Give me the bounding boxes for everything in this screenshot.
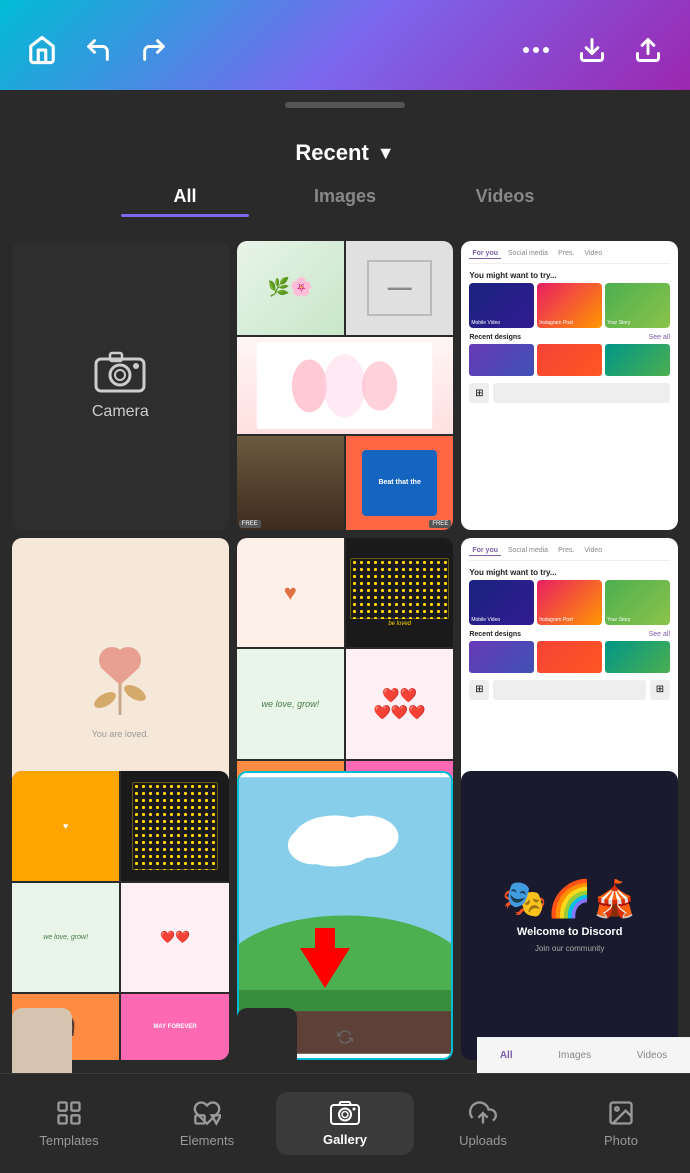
notch-area xyxy=(0,90,690,120)
photo-icon xyxy=(607,1099,635,1127)
download-button[interactable] xyxy=(574,32,610,68)
tab-images[interactable]: Images xyxy=(265,176,425,217)
tab-elements[interactable]: Elements xyxy=(138,1091,276,1156)
grid-icon xyxy=(55,1099,83,1127)
recent-designs-label-2: Recent designs xyxy=(469,631,521,638)
templates-label: Templates xyxy=(39,1133,98,1148)
see-all-link[interactable]: See all xyxy=(649,334,670,341)
recent-title: Recent xyxy=(295,140,368,166)
heart-flower-svg xyxy=(80,625,160,725)
tab-photo[interactable]: Photo xyxy=(552,1091,690,1156)
tab-videos[interactable]: Videos xyxy=(425,176,585,217)
camera-gallery-icon xyxy=(330,1100,360,1126)
chevron-down-icon: ▼ xyxy=(377,143,395,164)
camera-label: Camera xyxy=(92,403,149,421)
recent-designs-label: Recent designs xyxy=(469,334,521,341)
upload-icon xyxy=(469,1099,497,1127)
discord-item[interactable]: 🎭🌈🎪 Welcome to Discord Join our communit… xyxy=(461,771,678,1060)
partial-item-1[interactable] xyxy=(12,1008,72,1083)
see-all-link-2[interactable]: See all xyxy=(649,631,670,638)
refresh-icon xyxy=(337,1029,353,1050)
bottom-nav-bar: Templates Elements Gallery xyxy=(0,1073,690,1173)
tab-templates[interactable]: Templates xyxy=(0,1091,138,1156)
partial-item-2[interactable] xyxy=(237,1008,297,1083)
discord-welcome-text: Welcome to Discord xyxy=(517,926,623,938)
camera-cell[interactable]: Camera xyxy=(12,241,229,530)
undo-button[interactable] xyxy=(80,32,116,68)
uploads-label: Uploads xyxy=(459,1133,507,1148)
canva-card-1[interactable]: For you Social media Pres. Video You mig… xyxy=(461,241,678,530)
discord-sub-text: Join our community xyxy=(535,944,604,953)
redo-button[interactable] xyxy=(136,32,172,68)
tab-uploads[interactable]: Uploads xyxy=(414,1091,552,1156)
heart-flower-text: You are loved. xyxy=(92,729,149,739)
collage-1[interactable]: 🌿🌸 ▬▬▬ xyxy=(237,241,454,530)
photo-label: Photo xyxy=(604,1133,638,1148)
main-content: Recent ▼ All Images Videos xyxy=(0,120,690,1083)
notch-pill xyxy=(285,102,405,108)
tabs-bar: All Images Videos xyxy=(0,176,690,217)
camera-icon xyxy=(94,349,146,393)
canva-bottom-tabs: All Images Videos xyxy=(477,1037,690,1073)
gallery-label: Gallery xyxy=(323,1132,367,1147)
gallery-grid: Camera 🌿🌸 ▬▬▬ xyxy=(0,233,690,1083)
elements-icon xyxy=(193,1099,221,1127)
tab-gallery[interactable]: Gallery xyxy=(276,1092,414,1155)
more-button[interactable] xyxy=(518,32,554,68)
share-button[interactable] xyxy=(630,32,666,68)
discord-emoji: 🎭🌈🎪 xyxy=(502,878,636,920)
tab-all[interactable]: All xyxy=(105,176,265,217)
canva-tabs: For you Social media Pres. Video xyxy=(469,249,670,264)
recent-header[interactable]: Recent ▼ xyxy=(0,120,690,176)
canva-try-label-2: You might want to try... xyxy=(469,568,670,577)
elements-label: Elements xyxy=(180,1133,234,1148)
canva-try-label: You might want to try... xyxy=(469,271,670,280)
home-button[interactable] xyxy=(24,32,60,68)
canva-tabs-2: For you Social media Pres. Video xyxy=(469,546,670,561)
top-bar xyxy=(0,0,690,90)
